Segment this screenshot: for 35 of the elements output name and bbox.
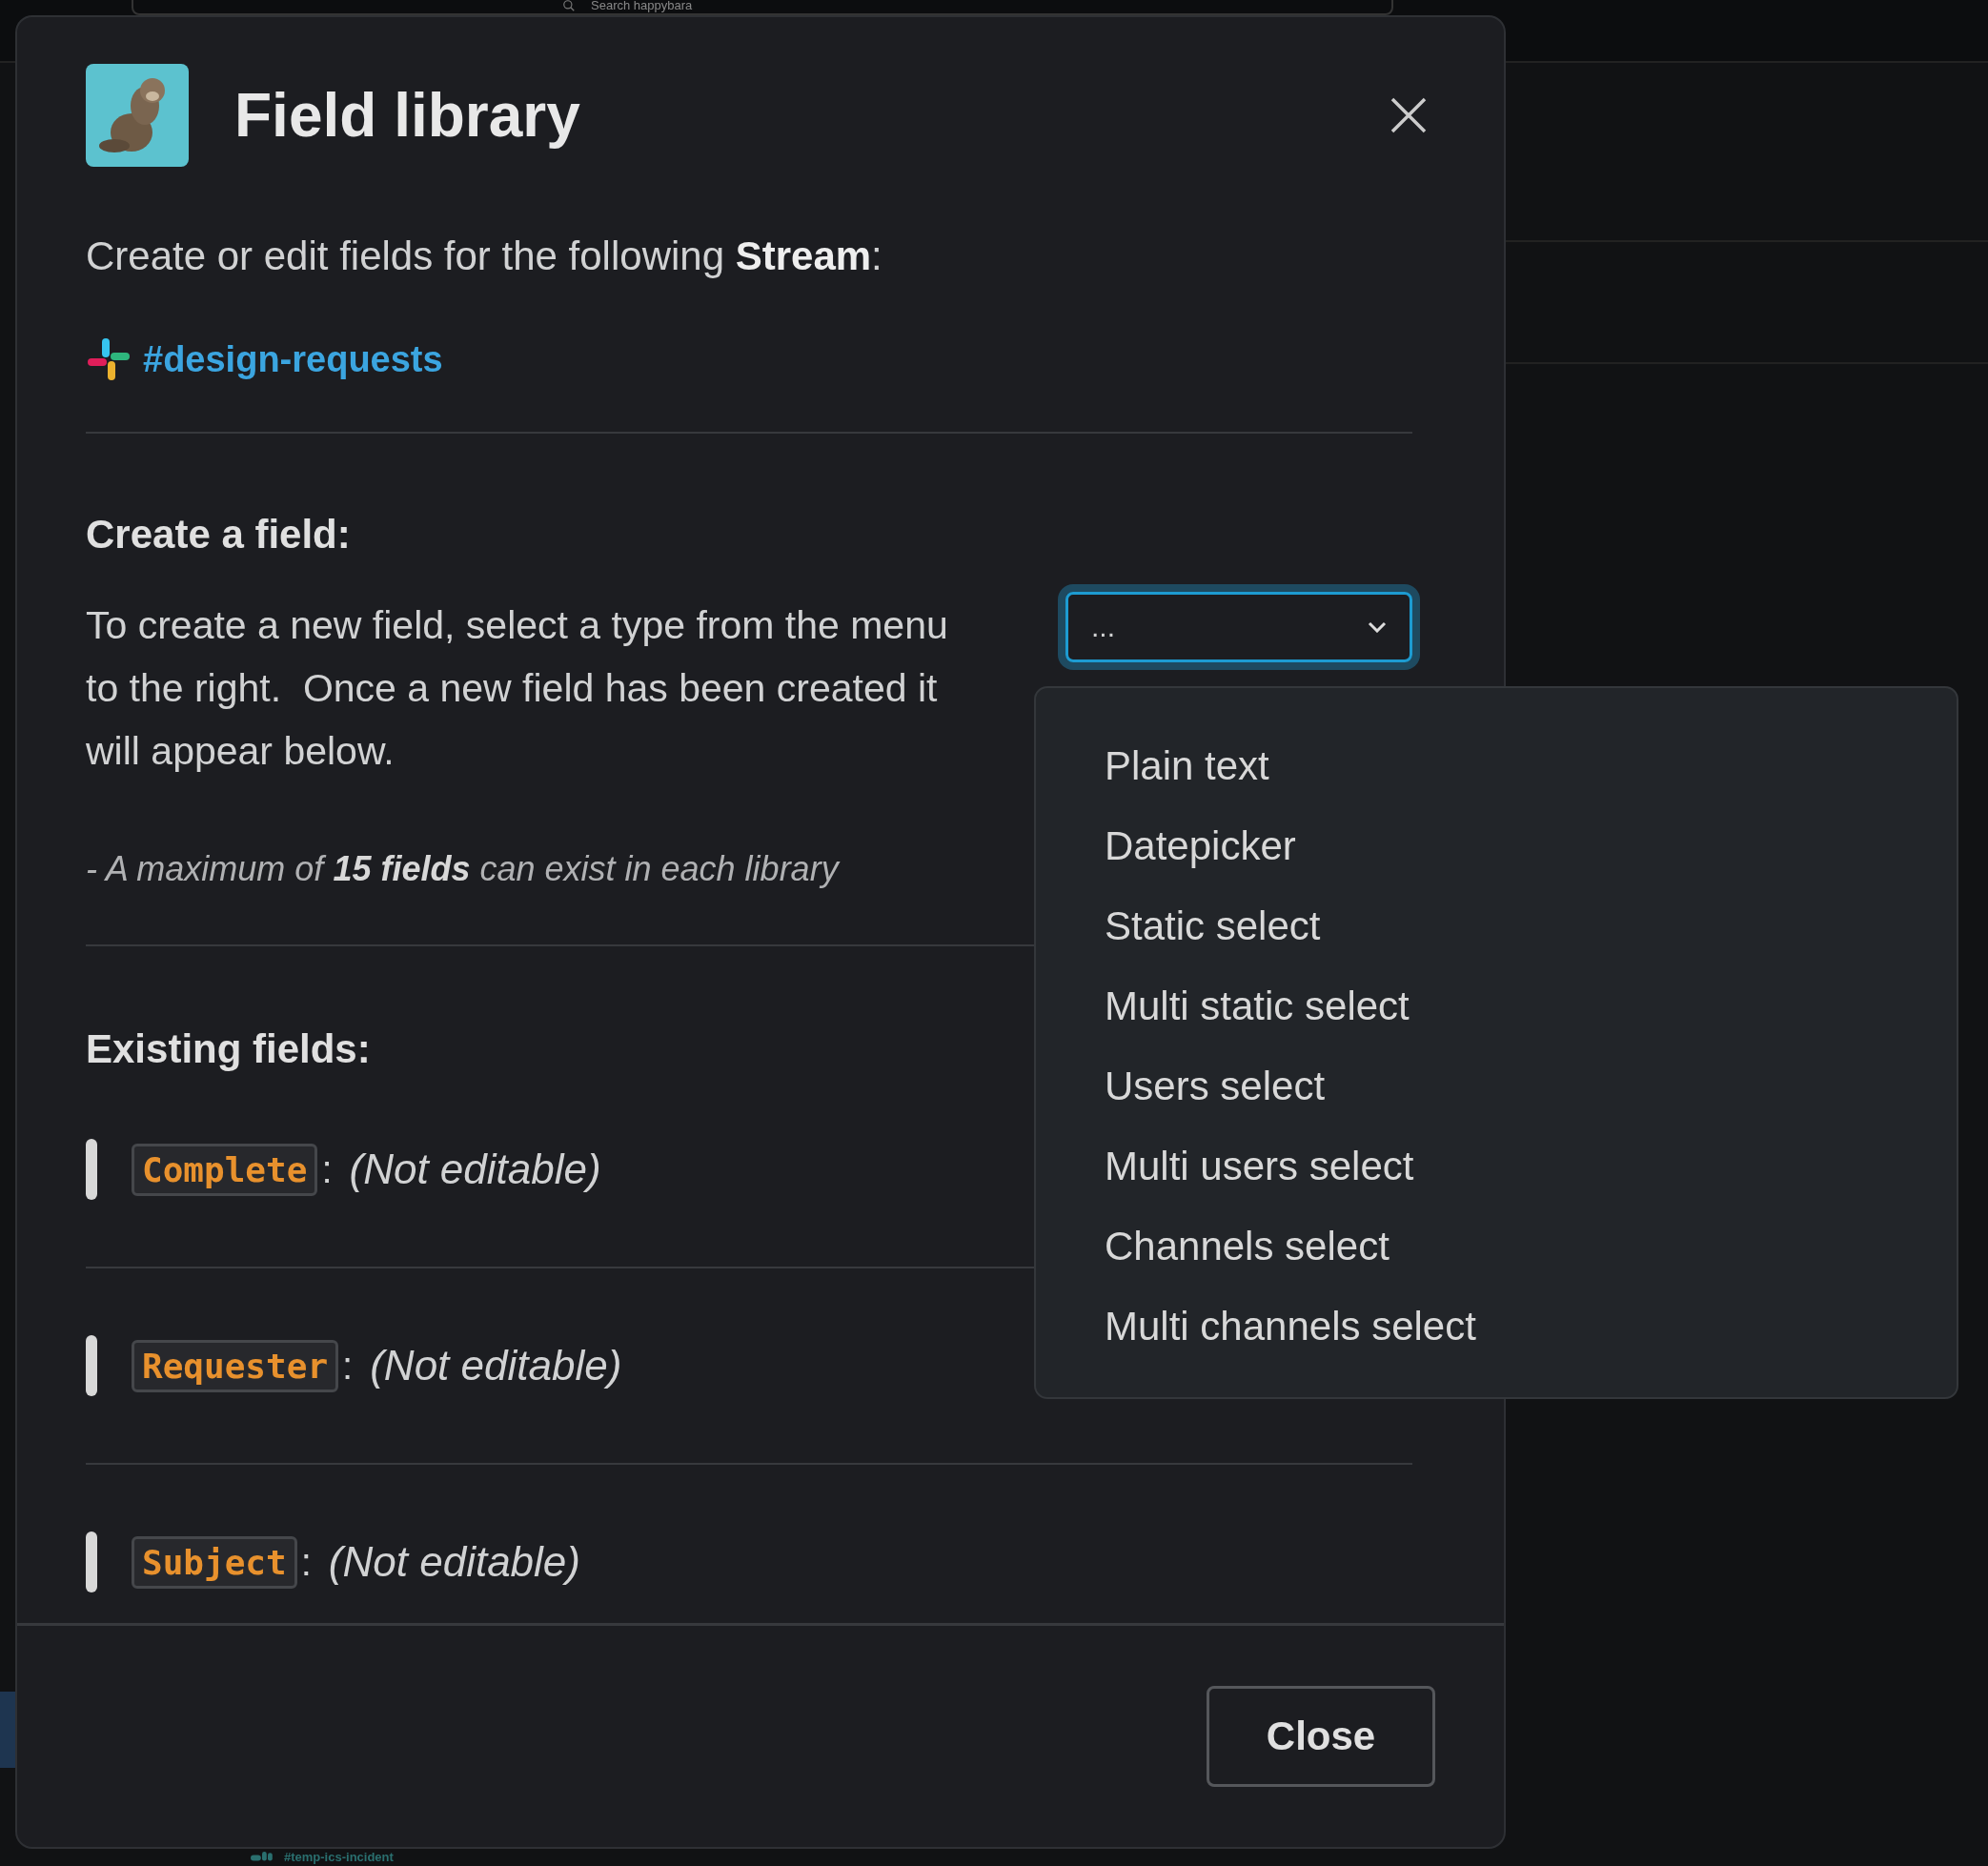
- quote-bar: [86, 1335, 97, 1396]
- hash-logo-icon: [86, 336, 132, 382]
- menu-option[interactable]: Multi static select: [1105, 966, 1957, 1046]
- colon: :: [300, 1540, 312, 1584]
- intro-text: Create or edit fields for the following Stream:: [86, 233, 883, 280]
- field-status: (Not editable): [349, 1146, 601, 1193]
- colon: :: [321, 1147, 333, 1191]
- menu-option[interactable]: Multi channels select: [1105, 1287, 1957, 1367]
- quote-bar: [86, 1139, 97, 1200]
- search-icon: [562, 0, 576, 12]
- otter-app-icon: [86, 64, 189, 167]
- channel-link[interactable]: #design-requests: [143, 338, 443, 380]
- search-placeholder: Search happybara: [591, 0, 693, 12]
- menu-option[interactable]: Users select: [1105, 1046, 1957, 1126]
- field-name: Complete: [132, 1143, 318, 1196]
- section-heading: Create a field:: [86, 512, 352, 558]
- channel-icon: [250, 1851, 274, 1863]
- quote-bar: [86, 1531, 97, 1592]
- limit-note: - A maximum of 15 fields can exist in each library: [86, 849, 839, 889]
- menu-option[interactable]: Static select: [1105, 886, 1957, 966]
- section-heading: Existing fields:: [86, 1026, 372, 1072]
- menu-option[interactable]: Channels select: [1105, 1207, 1957, 1287]
- chevron-down-icon: [1368, 621, 1387, 633]
- field-status: (Not editable): [328, 1538, 580, 1586]
- menu-option[interactable]: Datepicker: [1105, 806, 1957, 886]
- colon: :: [342, 1344, 354, 1388]
- field-status: (Not editable): [370, 1342, 622, 1389]
- dialog-title: Field library: [234, 80, 581, 151]
- field-name: Requester: [132, 1339, 339, 1392]
- menu-option[interactable]: Plain text: [1105, 726, 1957, 806]
- field-name: Subject: [132, 1535, 297, 1589]
- close-icon[interactable]: [1390, 96, 1428, 134]
- close-button[interactable]: Close: [1207, 1686, 1435, 1787]
- menu-option[interactable]: Multi users select: [1105, 1126, 1957, 1207]
- instructions-text: To create a new field, select a type from the menu to the right. Once a new field has been created it will appear below.: [86, 602, 949, 775]
